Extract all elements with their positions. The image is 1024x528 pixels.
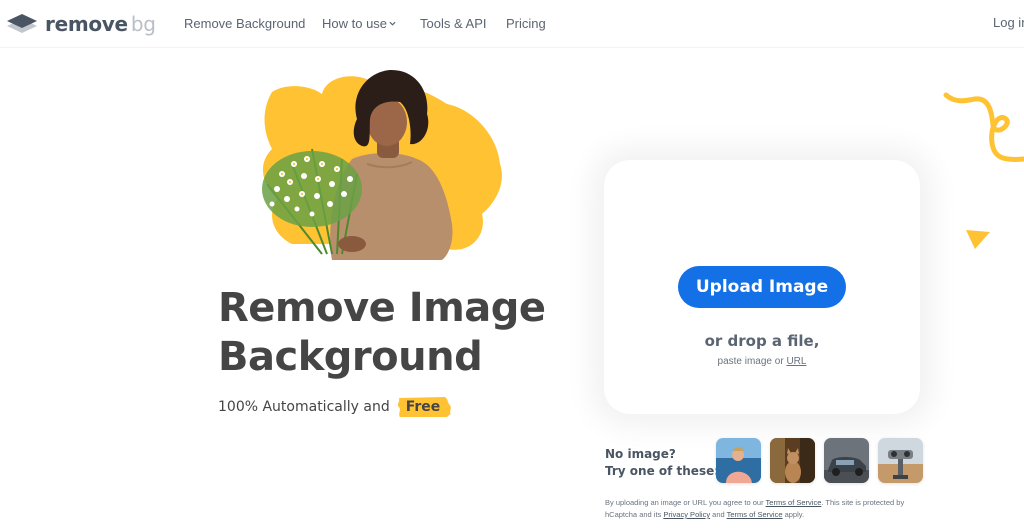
cat-thumbnail [770, 438, 815, 483]
logo-text: remove bg [45, 12, 156, 36]
sample-prompt-line1: No image? [605, 447, 676, 461]
terms-of-service-link[interactable]: Terms of Service [766, 498, 822, 507]
paste-image-text: paste image or URL [604, 356, 920, 367]
subtitle-text: 100% Automatically and [218, 399, 390, 415]
sample-image-car[interactable] [824, 438, 869, 483]
legal-notice: By uploading an image or URL you agree t… [605, 497, 935, 521]
nav-pricing[interactable]: Pricing [506, 15, 546, 33]
logo[interactable]: remove bg [6, 12, 156, 36]
sample-image-person[interactable] [716, 438, 761, 483]
logo-layers-icon [7, 14, 37, 33]
sample-image-binoculars[interactable] [878, 438, 923, 483]
free-badge-label: Free [405, 399, 441, 415]
drop-file-text: or drop a file, [704, 332, 820, 350]
upload-card[interactable]: Upload Image or drop a file, paste image… [604, 160, 920, 414]
legal-text: apply. [784, 510, 805, 519]
legal-text: By uploading an image or URL you agree t… [605, 498, 764, 507]
title-line-2: Background [218, 334, 483, 380]
sample-prompt-line2: Try one of these: [605, 464, 720, 478]
logo-text-remove: remove [45, 12, 128, 36]
nav-link-label: Pricing [506, 16, 546, 31]
terms-of-service-link-2[interactable]: Terms of Service [727, 510, 783, 519]
nav-how-to-use[interactable]: How to use [322, 15, 396, 33]
binoculars-thumbnail [878, 438, 923, 483]
nav-link-label: Tools & API [420, 16, 487, 31]
person-thumbnail [716, 438, 761, 483]
top-navbar: remove bg Remove Background How to use To… [0, 0, 1024, 48]
subtitle: 100% Automatically and Free [218, 396, 452, 418]
privacy-policy-link[interactable]: Privacy Policy [663, 510, 710, 519]
nav-link-label: How to use [322, 16, 388, 31]
car-thumbnail [824, 438, 869, 483]
page-title: Remove Image Background [218, 284, 546, 382]
hero-image [262, 69, 502, 260]
chevron-down-icon [389, 21, 396, 26]
free-badge: Free [396, 396, 453, 418]
upload-image-button[interactable]: Upload Image [678, 266, 846, 308]
nav-remove-background[interactable]: Remove Background [184, 15, 305, 33]
login-link[interactable]: Log in [993, 15, 1024, 30]
paste-prefix: paste image or [717, 356, 784, 367]
logo-text-bg: bg [130, 12, 156, 36]
sample-image-cat[interactable] [770, 438, 815, 483]
url-link[interactable]: URL [786, 356, 806, 367]
sample-images [716, 438, 923, 483]
title-line-1: Remove Image [218, 285, 546, 331]
yellow-triangle-decoration [966, 230, 990, 249]
nav-link-label: Remove Background [184, 16, 306, 31]
nav-tools-api[interactable]: Tools & API [420, 15, 486, 33]
yellow-squiggle-decoration [943, 92, 1024, 162]
legal-text: and [712, 510, 725, 519]
sample-prompt: No image? Try one of these: [605, 446, 719, 480]
